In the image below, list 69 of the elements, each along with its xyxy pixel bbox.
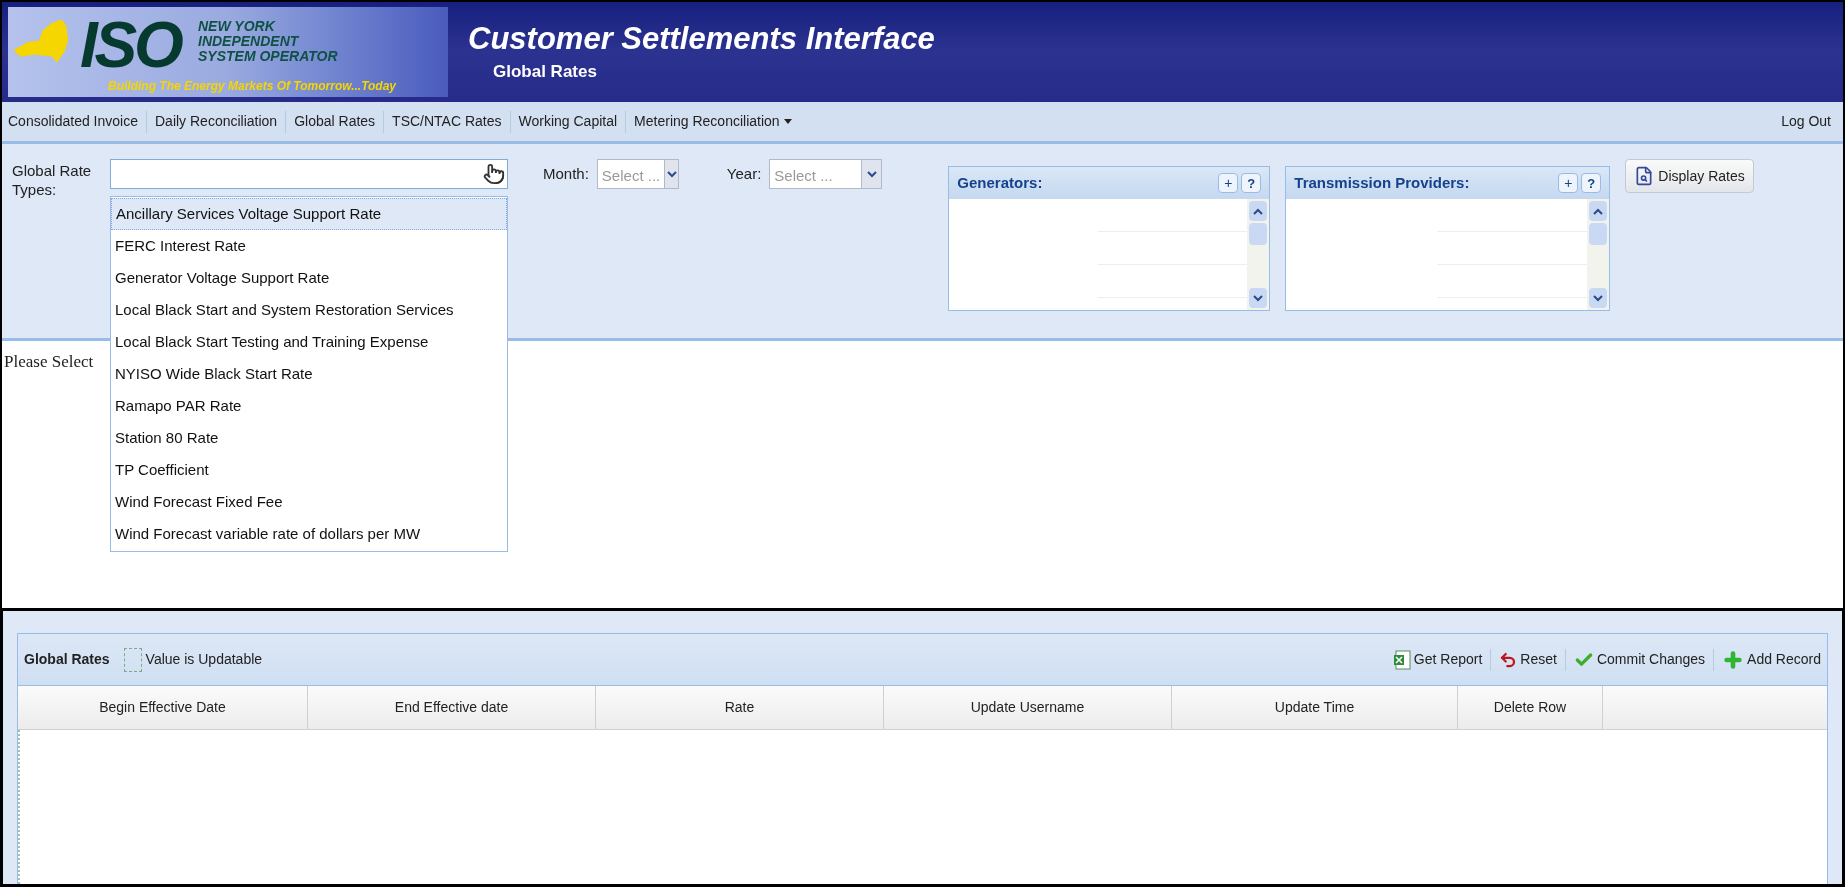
nav-link[interactable]: Consolidated Invoice xyxy=(8,111,138,132)
dropdown-option[interactable]: Ancillary Services Voltage Support Rate xyxy=(111,198,507,230)
nav-link[interactable]: Metering Reconciliation xyxy=(634,111,792,132)
logo-tagline: Building The Energy Markets Of Tomorrow...Today xyxy=(108,78,397,95)
toolbar-button[interactable]: Add Record xyxy=(1722,648,1821,671)
chevron-up-icon xyxy=(1593,207,1604,215)
rate-type-select[interactable] xyxy=(110,159,508,189)
toolbar-button[interactable]: Commit Changes xyxy=(1573,649,1706,670)
dropdown-option[interactable]: FERC Interest Rate xyxy=(111,230,507,262)
help-button[interactable]: ? xyxy=(1241,173,1262,193)
logo-text: NEW YORK xyxy=(198,19,277,34)
legend-swatch xyxy=(123,647,142,672)
logo-text: SYSTEM OPERATOR xyxy=(198,49,338,64)
dropdown-option[interactable]: Station 80 Rate xyxy=(111,422,507,454)
column-header[interactable]: Update Username xyxy=(884,686,1172,729)
pointer-cursor-icon xyxy=(483,163,505,185)
undo-icon xyxy=(1499,650,1518,669)
panel-title: Generators: xyxy=(957,172,1044,193)
dropdown-option[interactable]: Wind Forecast Fixed Fee xyxy=(111,486,507,518)
toolbar-button[interactable]: Reset xyxy=(1499,649,1557,670)
dropdown-option[interactable]: Local Black Start and System Restoration Services xyxy=(111,294,507,326)
column-header[interactable]: Rate xyxy=(596,686,884,729)
field-label: Global Rate Types: xyxy=(12,161,93,199)
chevron-down-icon xyxy=(1593,294,1604,302)
document-search-icon xyxy=(1634,166,1655,186)
dropdown-option[interactable]: Wind Forecast variable rate of dollars per MW xyxy=(111,518,507,550)
panel-title: Transmission Providers: xyxy=(1294,172,1471,193)
chevron-down-icon xyxy=(1253,294,1264,302)
grid-title: Global Rates xyxy=(24,650,110,669)
legend-label: Value is Updatable xyxy=(145,650,263,669)
nav-link[interactable]: TSC/NTAC Rates xyxy=(392,111,502,132)
spreadsheet-icon xyxy=(1392,649,1411,670)
page-subtitle: Global Rates xyxy=(493,60,598,83)
dropdown-option[interactable]: Generator Voltage Support Rate xyxy=(111,262,507,294)
scroll-thumb[interactable] xyxy=(1589,223,1608,245)
app-title: Customer Settlements Interface xyxy=(468,19,935,58)
dropdown-option[interactable]: NYISO Wide Black Start Rate xyxy=(111,358,507,390)
column-header[interactable]: Update Time xyxy=(1172,686,1458,729)
scroll-up-button[interactable] xyxy=(1249,201,1268,221)
logo-text: INDEPENDENT xyxy=(198,34,301,49)
chevron-up-icon xyxy=(1253,207,1264,215)
add-button[interactable]: + xyxy=(1218,173,1239,193)
display-rates-button[interactable]: Display Rates xyxy=(1625,159,1754,193)
dropdown-trigger-icon[interactable] xyxy=(861,160,882,188)
logout-link[interactable]: Log Out xyxy=(1781,111,1831,132)
add-button[interactable]: + xyxy=(1558,173,1579,193)
dropdown-option[interactable]: Local Black Start Testing and Training Expense xyxy=(111,326,507,358)
field-label: Year: xyxy=(726,164,762,184)
column-header[interactable]: Begin Effective Date xyxy=(18,686,308,729)
scroll-down-button[interactable] xyxy=(1589,288,1608,308)
nav-link[interactable]: Working Capital xyxy=(518,111,618,132)
field-label: Month: xyxy=(543,164,589,184)
column-header[interactable]: End Effective date xyxy=(308,686,596,729)
toolbar-button[interactable]: Get Report xyxy=(1392,649,1483,670)
dropdown-option[interactable]: TP Coefficient xyxy=(111,454,507,486)
plus-icon xyxy=(1722,648,1745,671)
scrollbar[interactable] xyxy=(1587,199,1610,310)
column-header[interactable]: Delete Row xyxy=(1458,686,1603,729)
scroll-up-button[interactable] xyxy=(1589,201,1608,221)
status-message: Please Select xyxy=(4,352,94,371)
nav-link[interactable]: Global Rates xyxy=(294,111,376,132)
scroll-down-button[interactable] xyxy=(1249,288,1268,308)
help-button[interactable]: ? xyxy=(1581,173,1602,193)
nav-link[interactable]: Daily Reconciliation xyxy=(155,111,278,132)
dropdown-option[interactable]: Ramapo PAR Rate xyxy=(111,390,507,422)
scroll-thumb[interactable] xyxy=(1249,223,1268,245)
logo-mark: ISO xyxy=(80,13,181,77)
scrollbar[interactable] xyxy=(1247,199,1270,310)
dropdown-trigger-icon[interactable] xyxy=(664,160,678,188)
